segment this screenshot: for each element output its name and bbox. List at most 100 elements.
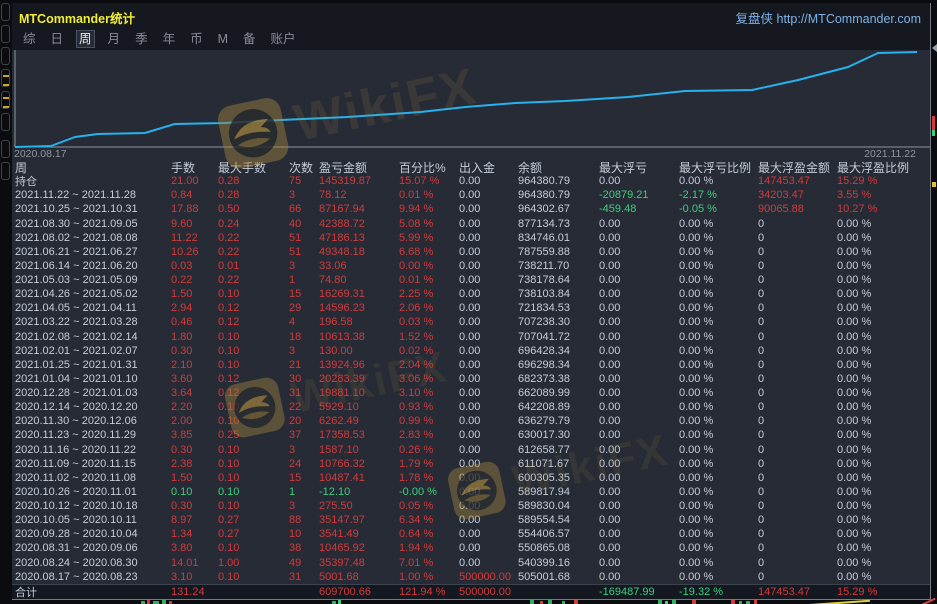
menu-item-年[interactable]: 年	[161, 31, 178, 47]
cell-period: 2021.11.22 ~ 2021.11.28	[12, 189, 170, 201]
menu-item-账户[interactable]: 账户	[269, 31, 298, 47]
toolbar-button[interactable]	[1, 3, 10, 21]
table-row[interactable]: 2020.12.14 ~ 2020.12.202.200.10225929.10…	[12, 400, 930, 414]
table-row[interactable]: 2021.11.22 ~ 2021.11.280.840.28378.120.0…	[12, 188, 930, 202]
cell-balance: 964380.79	[517, 189, 598, 201]
cell-period: 2021.02.01 ~ 2021.02.07	[12, 345, 170, 357]
table-row[interactable]: 2020.10.26 ~ 2020.11.010.100.101-12.10-0…	[12, 485, 930, 499]
cell-profit: 13924.96	[318, 359, 398, 371]
title-bar[interactable]: MTCommander统计 复盘侠 http://MTCommander.com	[12, 3, 930, 28]
menu-item-季[interactable]: 季	[133, 31, 150, 47]
table-row[interactable]: 2021.03.22 ~ 2021.03.280.460.124196.580.…	[12, 315, 930, 329]
cell-balance: 964380.79	[517, 175, 598, 187]
cell-profit: 16269.31	[318, 288, 398, 300]
cell-balance: 662089.99	[517, 387, 598, 399]
cell-pct: 1.94 %	[398, 542, 458, 554]
cell-profit: 74.80	[318, 274, 398, 286]
menu-item-月[interactable]: 月	[106, 31, 123, 47]
cell-count: 3	[288, 345, 318, 357]
table-row[interactable]: 2021.01.04 ~ 2021.01.103.600.123020283.3…	[12, 372, 930, 386]
table-row[interactable]: 2020.11.23 ~ 2020.11.293.850.253717358.5…	[12, 428, 930, 442]
cell-max_fp: 0	[757, 302, 836, 314]
table-row[interactable]: 2021.04.26 ~ 2021.05.021.500.101516269.3…	[12, 287, 930, 301]
table-row[interactable]: 2021.01.25 ~ 2021.01.312.100.102113924.9…	[12, 358, 930, 372]
toolbar-button[interactable]	[1, 25, 10, 43]
cell-period: 2020.11.09 ~ 2020.11.15	[12, 458, 170, 470]
candle-fragment	[932, 182, 936, 187]
cell-max_fp_pct: 0.00 %	[836, 359, 929, 371]
table-row[interactable]: 2021.06.14 ~ 2021.06.200.030.01333.060.0…	[12, 259, 930, 273]
toolbar-button[interactable]	[1, 113, 10, 131]
table-row[interactable]: 2020.10.12 ~ 2020.10.180.300.103275.500.…	[12, 499, 930, 513]
table-row[interactable]: 2020.10.05 ~ 2020.10.118.970.278835147.9…	[12, 513, 930, 527]
cell-count: 51	[288, 246, 318, 258]
cell-lots: 3.10	[170, 571, 217, 583]
menu-item-综[interactable]: 综	[21, 31, 38, 47]
table-row[interactable]: 2021.10.25 ~ 2021.10.3117.880.506687167.…	[12, 202, 930, 216]
header-count: 次数	[288, 160, 318, 174]
cell-balance: 964302.67	[517, 203, 598, 215]
cell-max_fp_pct: 3.55 %	[836, 189, 929, 201]
menu-item-M[interactable]: M	[216, 31, 230, 47]
table-row[interactable]: 2020.11.30 ~ 2020.12.062.000.10206262.49…	[12, 414, 930, 428]
table-row[interactable]: 2021.08.30 ~ 2021.09.059.600.244042388.7…	[12, 217, 930, 231]
menu-item-币[interactable]: 币	[188, 31, 205, 47]
table-row[interactable]: 2020.08.24 ~ 2020.08.3014.011.004935397.…	[12, 556, 930, 570]
cell-balance: 636279.79	[517, 415, 598, 427]
table-row[interactable]: 2020.08.31 ~ 2020.09.063.800.103810465.9…	[12, 541, 930, 555]
table-row[interactable]: 2020.11.02 ~ 2020.11.081.500.101510487.4…	[12, 471, 930, 485]
cell-inout: 0.00	[458, 302, 517, 314]
menu-item-日[interactable]: 日	[49, 31, 66, 47]
cell-max_dd_pct: 0.00 %	[678, 345, 757, 357]
cell-max_fp_pct: 15.29 %	[836, 586, 929, 598]
cell-max_dd_pct: 0.00 %	[678, 415, 757, 427]
cell-pct: 1.78 %	[398, 472, 458, 484]
table-row[interactable]: 持仓21.000.2875145319.8715.07 %0.00964380.…	[12, 174, 930, 188]
cell-max_fp: 0	[757, 218, 836, 230]
cell-pct: 2.06 %	[398, 302, 458, 314]
cell-max_dd: 0.00	[598, 458, 678, 470]
cell-lots: 11.22	[170, 232, 217, 244]
equity-chart	[12, 50, 930, 148]
table-row[interactable]: 2021.05.03 ~ 2021.05.090.220.22174.800.0…	[12, 273, 930, 287]
cell-balance: 630017.30	[517, 429, 598, 441]
cell-max_dd_pct: 0.00 %	[678, 401, 757, 413]
trendline-fragment	[806, 600, 870, 604]
table-row[interactable]: 2020.08.17 ~ 2020.08.233.100.10315001.68…	[12, 570, 930, 584]
cell-max_dd: 0.00	[598, 415, 678, 427]
cell-max_fp_pct: 0.00 %	[836, 331, 929, 343]
stats-window: MTCommander统计 复盘侠 http://MTCommander.com…	[12, 3, 931, 600]
cell-max_lots: 0.28	[217, 175, 288, 187]
table-row[interactable]: 2021.08.02 ~ 2021.08.0811.220.225147186.…	[12, 231, 930, 245]
cell-pct: 121.94 %	[398, 586, 458, 598]
toolbar-button[interactable]	[1, 140, 10, 158]
toolbar-button[interactable]	[1, 162, 10, 180]
toolbar-button[interactable]	[1, 47, 10, 65]
table-row[interactable]: 2021.06.21 ~ 2021.06.2710.260.225149348.…	[12, 245, 930, 259]
cell-balance: 611071.67	[517, 458, 598, 470]
candle-fragment	[574, 600, 578, 604]
table-row[interactable]: 2021.02.08 ~ 2021.02.141.800.101810613.3…	[12, 330, 930, 344]
table-row[interactable]: 2020.11.16 ~ 2020.11.220.300.1031587.100…	[12, 443, 930, 457]
table-row[interactable]: 2020.11.09 ~ 2020.11.152.380.102410766.3…	[12, 457, 930, 471]
cell-max_fp_pct: 0.00 %	[836, 571, 929, 583]
cell-max_fp_pct: 0.00 %	[836, 415, 929, 427]
menu-item-备[interactable]: 备	[241, 31, 258, 47]
cell-max_lots: 0.12	[217, 387, 288, 399]
cell-profit: 35147.97	[318, 514, 398, 526]
cell-inout: 0.00	[458, 316, 517, 328]
cell-inout: 0.00	[458, 189, 517, 201]
table-row[interactable]: 2021.04.05 ~ 2021.04.112.940.122914596.2…	[12, 301, 930, 315]
screen: MTCommander统计 复盘侠 http://MTCommander.com…	[0, 0, 937, 604]
table-row[interactable]: 2020.09.28 ~ 2020.10.041.340.27103541.49…	[12, 527, 930, 541]
cell-max_fp: 0	[757, 486, 836, 498]
menu-item-周[interactable]: 周	[76, 30, 95, 48]
cell-pct: 5.08 %	[398, 218, 458, 230]
candle-fragment	[731, 600, 735, 604]
cell-count: 31	[288, 571, 318, 583]
cell-count: 3	[288, 444, 318, 456]
cell-count: 15	[288, 288, 318, 300]
table-row[interactable]: 2021.02.01 ~ 2021.02.070.300.103130.000.…	[12, 344, 930, 358]
cell-profit: 47186.13	[318, 232, 398, 244]
table-row[interactable]: 2020.12.28 ~ 2021.01.033.640.123119881.1…	[12, 386, 930, 400]
